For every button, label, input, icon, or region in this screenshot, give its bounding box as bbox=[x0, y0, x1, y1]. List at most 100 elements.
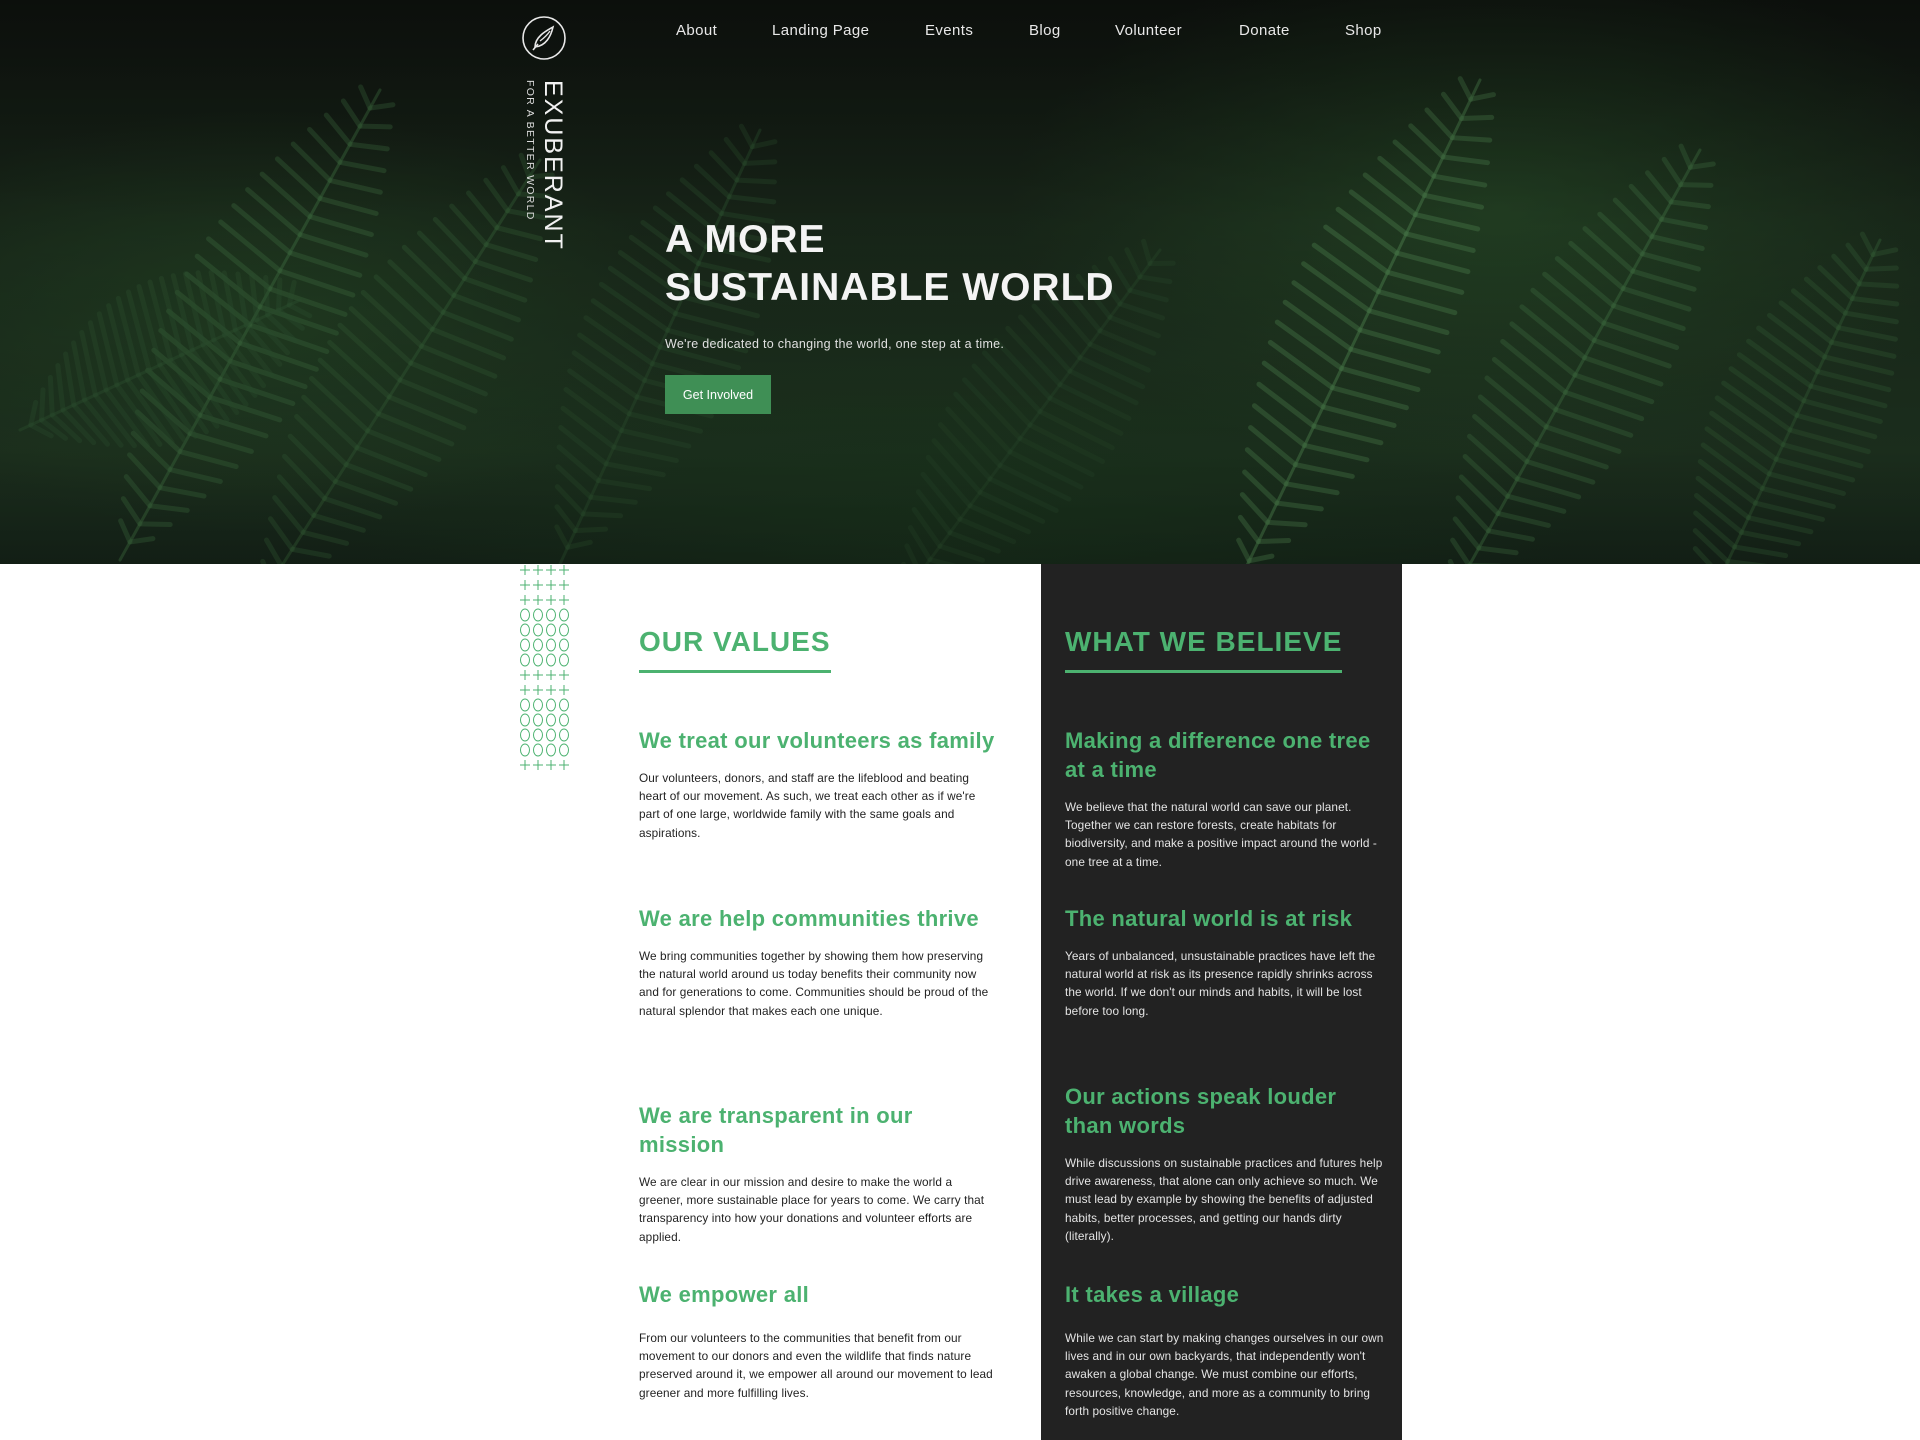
nav-volunteer[interactable]: Volunteer bbox=[1115, 22, 1182, 39]
pattern-leaf bbox=[520, 653, 530, 667]
what-we-believe-underline bbox=[1065, 670, 1343, 673]
nav-events[interactable]: Events bbox=[925, 22, 973, 39]
belief-body: While discussions on sustainable practic… bbox=[1065, 1156, 1383, 1243]
belief-item: Our actions speak louder than words Whil… bbox=[1065, 1082, 1385, 1245]
value-body: Our volunteers, donors, and staff are th… bbox=[639, 771, 976, 840]
pattern-cross bbox=[559, 580, 569, 590]
pattern-leaf bbox=[559, 698, 569, 712]
get-involved-button[interactable]: Get Involved bbox=[665, 375, 771, 414]
pattern-leaf bbox=[533, 728, 543, 742]
nav-blog[interactable]: Blog bbox=[1029, 22, 1061, 39]
pattern-leaf bbox=[533, 653, 543, 667]
pattern-leaf bbox=[559, 653, 569, 667]
pattern-leaf bbox=[533, 623, 543, 637]
nav-about[interactable]: About bbox=[676, 22, 717, 39]
brand-tagline: FOR A BETTER WORLD bbox=[524, 80, 536, 221]
pattern-leaf bbox=[546, 713, 556, 727]
pattern-cross bbox=[559, 565, 569, 575]
pattern-cross bbox=[546, 595, 556, 605]
pattern-leaf bbox=[520, 698, 530, 712]
what-we-believe-title: WHAT WE BELIEVE bbox=[1065, 626, 1343, 657]
value-heading: We treat our volunteers as family bbox=[639, 728, 995, 753]
value-item: We are help communities thrive We bring … bbox=[639, 904, 995, 1020]
brand-logotype[interactable]: EXUBERANT bbox=[538, 80, 567, 251]
pattern-leaf bbox=[546, 638, 556, 652]
pattern-cross bbox=[520, 595, 530, 605]
pattern-cross bbox=[533, 685, 543, 695]
pattern-leaf bbox=[546, 608, 556, 622]
pattern-leaf bbox=[559, 713, 569, 727]
decorative-pattern bbox=[520, 565, 569, 770]
belief-body: While we can start by making changes our… bbox=[1065, 1331, 1384, 1418]
pattern-cross bbox=[520, 760, 530, 770]
pattern-leaf bbox=[520, 608, 530, 622]
value-item: We are transparent in our mission We are… bbox=[639, 1101, 995, 1246]
nav-shop[interactable]: Shop bbox=[1345, 22, 1382, 39]
hero-title-line2: SUSTAINABLE WORLD bbox=[665, 266, 1115, 309]
pattern-leaf bbox=[533, 638, 543, 652]
pattern-leaf bbox=[520, 623, 530, 637]
pattern-leaf bbox=[546, 698, 556, 712]
belief-item: The natural world is at risk Years of un… bbox=[1065, 904, 1385, 1020]
nav-donate[interactable]: Donate bbox=[1239, 22, 1290, 39]
pattern-leaf bbox=[520, 728, 530, 742]
pattern-cross bbox=[533, 760, 543, 770]
pattern-cross bbox=[559, 595, 569, 605]
pattern-leaf bbox=[546, 728, 556, 742]
pattern-cross bbox=[546, 580, 556, 590]
value-body: We are clear in our mission and desire t… bbox=[639, 1175, 985, 1244]
pattern-cross bbox=[546, 685, 556, 695]
pattern-leaf bbox=[559, 623, 569, 637]
belief-body: Years of unbalanced, unsustainable pract… bbox=[1065, 949, 1376, 1018]
pattern-cross bbox=[546, 760, 556, 770]
pattern-cross bbox=[533, 580, 543, 590]
pattern-cross bbox=[520, 685, 530, 695]
pattern-cross bbox=[559, 670, 569, 680]
belief-item: It takes a village While we can start by… bbox=[1065, 1280, 1385, 1420]
pattern-leaf bbox=[533, 743, 543, 757]
belief-body: We believe that the natural world can sa… bbox=[1065, 800, 1377, 869]
brand-name: EXUBERANT bbox=[539, 80, 567, 251]
our-values-heading-wrap: OUR VALUES bbox=[639, 624, 831, 673]
pattern-leaf bbox=[546, 653, 556, 667]
hero-section: EXUBERANT FOR A BETTER WORLD About Landi… bbox=[0, 0, 1920, 564]
pattern-leaf bbox=[559, 638, 569, 652]
pattern-cross bbox=[533, 565, 543, 575]
hero-subtitle: We're dedicated to changing the world, o… bbox=[665, 337, 1005, 351]
value-body: From our volunteers to the communities t… bbox=[639, 1331, 993, 1400]
pattern-cross bbox=[546, 565, 556, 575]
pattern-leaf bbox=[520, 743, 530, 757]
pattern-leaf bbox=[533, 713, 543, 727]
pattern-cross bbox=[559, 760, 569, 770]
value-heading: We are help communities thrive bbox=[639, 906, 979, 931]
pattern-leaf bbox=[533, 698, 543, 712]
believe-heading-wrap: WHAT WE BELIEVE bbox=[1065, 624, 1343, 673]
pattern-cross bbox=[533, 595, 543, 605]
our-values-underline bbox=[639, 670, 831, 673]
pattern-leaf bbox=[546, 743, 556, 757]
belief-item: Making a difference one tree at a time W… bbox=[1065, 726, 1385, 871]
belief-heading: Making a difference one tree at a time bbox=[1065, 728, 1371, 782]
pattern-cross bbox=[520, 670, 530, 680]
leaf-seed-logo-icon[interactable] bbox=[520, 14, 568, 62]
hero-title: A MORE SUSTAINABLE WORLD bbox=[665, 216, 1115, 312]
belief-heading: It takes a village bbox=[1065, 1282, 1240, 1307]
hero-title-line1: A MORE bbox=[665, 218, 826, 261]
pattern-leaf bbox=[520, 638, 530, 652]
value-body: We bring communities together by showing… bbox=[639, 949, 989, 1018]
pattern-cross bbox=[520, 580, 530, 590]
pattern-leaf bbox=[546, 623, 556, 637]
our-values-title: OUR VALUES bbox=[639, 626, 831, 657]
what-we-believe-section: WHAT WE BELIEVE Making a difference one … bbox=[1065, 624, 1385, 1418]
pattern-leaf bbox=[520, 713, 530, 727]
value-item: We empower all From our volunteers to th… bbox=[639, 1280, 995, 1402]
our-values-section: OUR VALUES We treat our volunteers as fa… bbox=[639, 624, 995, 1400]
pattern-leaf bbox=[559, 728, 569, 742]
nav-landing-page[interactable]: Landing Page bbox=[772, 22, 869, 39]
belief-heading: The natural world is at risk bbox=[1065, 906, 1353, 931]
pattern-leaf bbox=[533, 608, 543, 622]
value-heading: We are transparent in our mission bbox=[639, 1103, 913, 1157]
pattern-leaf bbox=[559, 743, 569, 757]
value-item: We treat our volunteers as family Our vo… bbox=[639, 726, 995, 842]
pattern-cross bbox=[520, 565, 530, 575]
